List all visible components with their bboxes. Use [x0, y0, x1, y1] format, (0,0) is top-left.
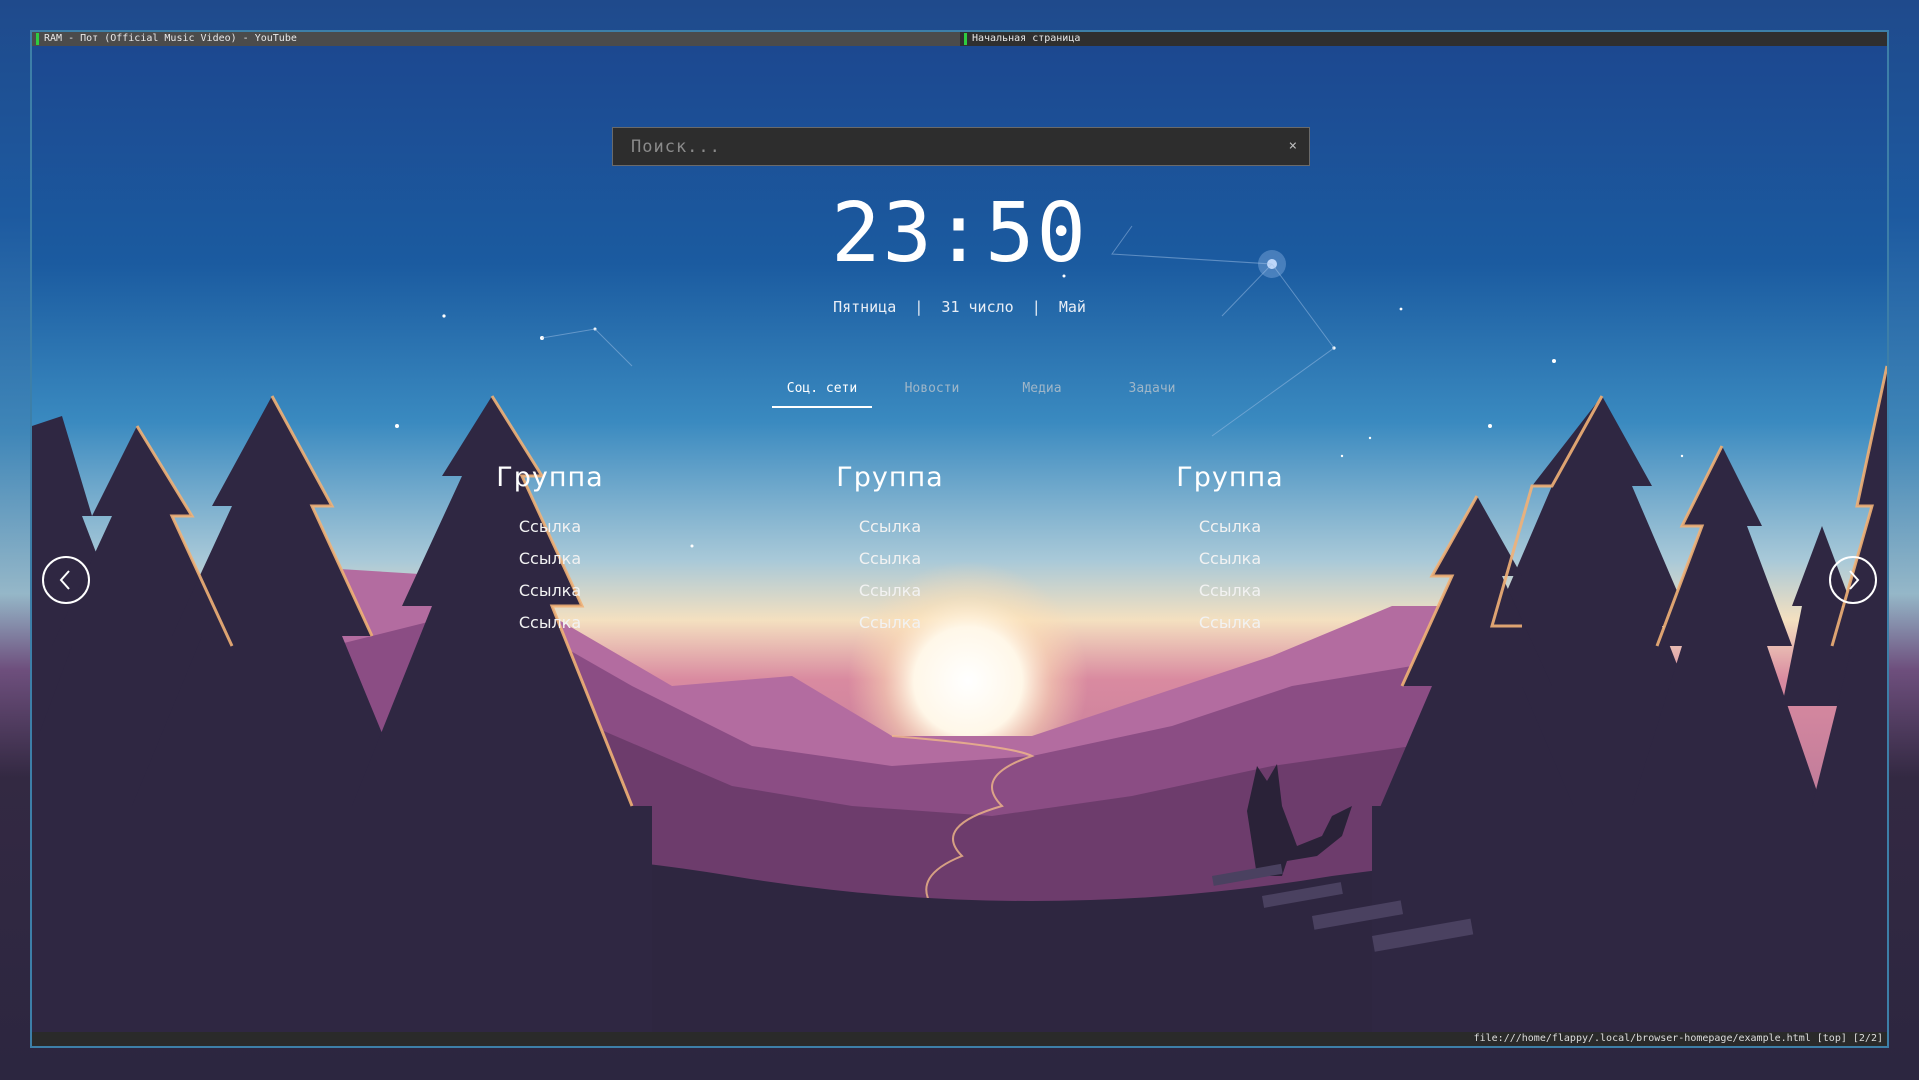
group-link[interactable]: Ссылка — [430, 511, 670, 543]
status-url: file:///home/flappy/.local/browser-homep… — [1473, 1033, 1883, 1044]
group-link[interactable]: Ссылка — [430, 607, 670, 639]
link-group: Группа Ссылка Ссылка Ссылка Ссылка — [430, 462, 670, 639]
next-page-button[interactable] — [1829, 556, 1877, 604]
tab-homepage[interactable]: Начальная страница — [960, 32, 1887, 46]
group-title: Группа — [1176, 462, 1284, 493]
clock-date: Пятница | 31 число | Май — [833, 298, 1086, 316]
group-link[interactable]: Ссылка — [430, 543, 670, 575]
chevron-left-icon — [59, 570, 70, 590]
group-link[interactable]: Ссылка — [430, 575, 670, 607]
page-viewport: × 23:50 Пятница | 31 число | Май Соц. се… — [32, 46, 1887, 1036]
group-link[interactable]: Ссылка — [770, 543, 1010, 575]
tab-bar: RAM - Пот (Official Music Video) - YouTu… — [32, 32, 1887, 46]
link-group: Группа Ссылка Ссылка Ссылка Ссылка — [770, 462, 1010, 639]
group-link[interactable]: Ссылка — [1110, 543, 1350, 575]
tab-active-marker — [36, 33, 39, 45]
prev-page-button[interactable] — [42, 556, 90, 604]
category-tabs: Соц. сети Новости Медиа Задачи — [32, 376, 1887, 416]
tab-media[interactable]: Медиа — [992, 376, 1092, 406]
tab-tasks[interactable]: Задачи — [1102, 376, 1202, 406]
clear-icon[interactable]: × — [1289, 137, 1297, 155]
tab-social[interactable]: Соц. сети — [772, 376, 872, 408]
group-link[interactable]: Ссылка — [1110, 575, 1350, 607]
tab-title: RAM - Пот (Official Music Video) - YouTu… — [44, 33, 297, 44]
group-title: Группа — [496, 462, 604, 493]
chevron-right-icon — [1849, 570, 1860, 590]
search-box: × — [612, 127, 1310, 166]
tab-marker — [964, 33, 967, 45]
tab-title: Начальная страница — [972, 33, 1081, 44]
group-link[interactable]: Ссылка — [1110, 511, 1350, 543]
group-title: Группа — [836, 462, 944, 493]
group-link[interactable]: Ссылка — [770, 511, 1010, 543]
status-bar: file:///home/flappy/.local/browser-homep… — [32, 1032, 1887, 1046]
link-group: Группа Ссылка Ссылка Ссылка Ссылка — [1110, 462, 1350, 639]
clock-time: 23:50 — [831, 186, 1088, 281]
tab-news[interactable]: Новости — [882, 376, 982, 406]
search-input[interactable] — [613, 128, 1253, 165]
tab-youtube[interactable]: RAM - Пот (Official Music Video) - YouTu… — [32, 32, 960, 46]
group-link[interactable]: Ссылка — [770, 575, 1010, 607]
group-link[interactable]: Ссылка — [770, 607, 1010, 639]
group-link[interactable]: Ссылка — [1110, 607, 1350, 639]
browser-window: RAM - Пот (Official Music Video) - YouTu… — [30, 30, 1889, 1048]
